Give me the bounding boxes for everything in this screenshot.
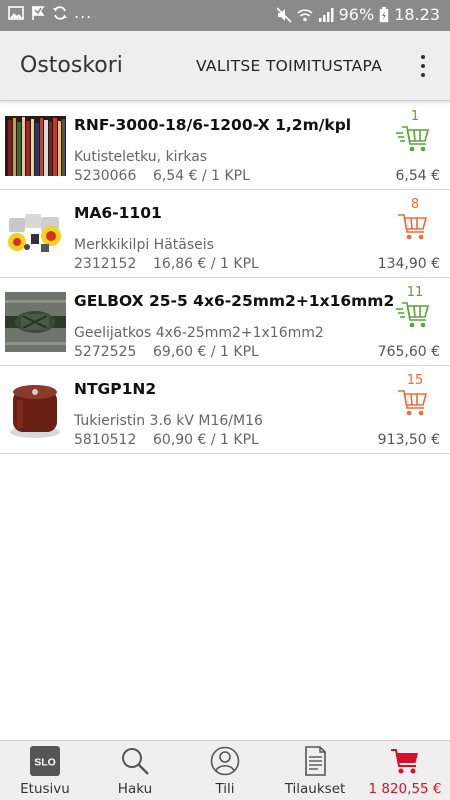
tab-home-label: Etusivu [20,781,70,797]
cart-fast-green-icon[interactable] [394,122,430,154]
product-name: RNF-3000-18/6-1200-X 1,2m/kpl [74,116,352,134]
tab-account[interactable]: Tili [180,741,270,800]
page-title: Ostoskori [20,53,123,78]
user-icon [210,746,240,776]
product-image-gel-joint [5,292,66,352]
line-total: 6,54 € [395,168,440,184]
slo-logo-icon: SLO [30,746,60,776]
cart-item[interactable]: MA6-1101 Merkkikilpi Hätäseis 2312152 16… [0,190,450,278]
sync-icon [53,6,67,20]
bottom-navigation: SLO Etusivu Haku Tili Tilaukset 1 820,55… [0,740,450,800]
tab-account-label: Tili [215,781,235,797]
clock: 18.23 [394,5,440,24]
mute-icon [276,7,292,23]
tab-orders[interactable]: Tilaukset [270,741,360,800]
cart-item[interactable]: NTGP1N2 Tukieristin 3.6 kV M16/M16 58105… [0,366,450,454]
image-icon [8,6,24,20]
unit-price: 69,60 € / 1 KPL [153,344,259,360]
unit-price: 6,54 € / 1 KPL [153,168,250,184]
tab-search[interactable]: Haku [90,741,180,800]
overflow-menu-icon[interactable] [413,53,433,79]
tab-orders-label: Tilaukset [284,781,346,797]
orders-document-icon [305,746,326,776]
product-image-heat-shrink-tubing [5,116,66,176]
unit-price: 16,86 € / 1 KPL [153,256,259,272]
more-notifications: ... [74,3,93,22]
product-description: Merkkikilpi Hätäseis [74,237,214,253]
product-image-sign-plates [5,204,66,264]
cart-fast-green-icon[interactable] [394,298,430,330]
battery-percent: 96% [338,5,375,24]
status-bar-notifications: ... [8,5,92,21]
cart-total: 1 820,55 € [368,781,442,797]
battery-charging-icon [379,7,389,23]
cart-item[interactable]: GELBOX 25-5 4x6-25mm2+1x16mm2 Geelijatko… [0,278,450,366]
product-name: GELBOX 25-5 4x6-25mm2+1x16mm2 [74,292,395,310]
tab-home[interactable]: SLO Etusivu [0,741,90,800]
tab-cart[interactable]: 1 820,55 € [360,741,450,800]
product-code: 2312152 [74,256,137,272]
download-flag-icon [32,6,45,20]
status-bar-system: 96% 18.23 [276,5,440,25]
line-total: 134,90 € [377,256,440,272]
line-total: 765,60 € [377,344,440,360]
product-description: Tukieristin 3.6 kV M16/M16 [74,413,263,429]
cart-orange-icon[interactable] [394,386,430,418]
product-name: MA6-1101 [74,204,162,222]
wifi-icon [297,9,313,22]
cart-list: RNF-3000-18/6-1200-X 1,2m/kpl Kutistelet… [0,102,450,454]
choose-delivery-button[interactable]: VALITSE TOIMITUSTAPA [196,57,382,75]
product-description: Geelijatkos 4x6-25mm2+1x16mm2 [74,325,324,341]
product-name: NTGP1N2 [74,380,157,398]
cart-item[interactable]: RNF-3000-18/6-1200-X 1,2m/kpl Kutistelet… [0,102,450,190]
status-bar: ... 96% 18.23 [0,0,450,31]
unit-price: 60,90 € / 1 KPL [153,432,259,448]
app-bar: Ostoskori VALITSE TOIMITUSTAPA [0,31,450,101]
product-code: 5230066 [74,168,137,184]
signal-icon [318,8,334,22]
tab-search-label: Haku [117,781,153,797]
shopping-cart-icon [391,749,418,774]
line-total: 913,50 € [377,432,440,448]
search-icon [122,748,149,775]
svg-text:SLO: SLO [34,757,56,769]
product-image-support-insulator [5,380,66,440]
cart-orange-icon[interactable] [394,210,430,242]
product-code: 5272525 [74,344,137,360]
product-code: 5810512 [74,432,137,448]
product-description: Kutisteletku, kirkas [74,149,208,165]
